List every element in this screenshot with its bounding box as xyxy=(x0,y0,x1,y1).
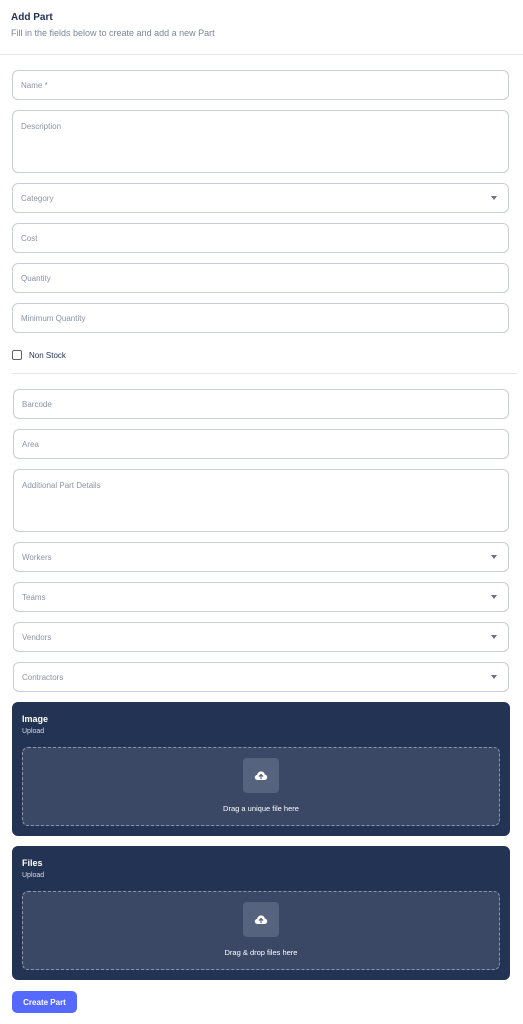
section-divider xyxy=(12,373,517,374)
cloud-upload-icon xyxy=(243,758,279,793)
files-drop-text: Drag & drop files here xyxy=(224,948,298,957)
cost-field[interactable]: Cost xyxy=(12,223,509,253)
image-drop-text: Drag a unique file here xyxy=(223,804,299,813)
image-upload-subtitle: Upload xyxy=(22,728,45,735)
barcode-placeholder: Barcode xyxy=(22,400,52,409)
vendors-select[interactable]: Vendors xyxy=(13,622,509,652)
files-upload-subtitle: Upload xyxy=(22,872,45,879)
contractors-select[interactable]: Contractors xyxy=(13,662,509,692)
image-upload-title: Image xyxy=(22,714,49,724)
description-field[interactable]: Description xyxy=(12,110,509,173)
page-subtitle: Fill in the fields below to create and a… xyxy=(11,28,215,38)
page-title: Add Part xyxy=(11,12,53,23)
area-placeholder: Area xyxy=(22,440,39,449)
non-stock-label: Non Stock xyxy=(29,350,66,360)
additional-details-placeholder: Additional Part Details xyxy=(22,481,101,490)
header-divider xyxy=(0,54,523,55)
cloud-upload-icon xyxy=(243,902,279,937)
contractors-placeholder: Contractors xyxy=(22,673,64,682)
quantity-field[interactable]: Quantity xyxy=(12,263,509,293)
area-field[interactable]: Area xyxy=(13,429,509,459)
workers-placeholder: Workers xyxy=(22,553,52,562)
files-upload-title: Files xyxy=(22,858,43,868)
category-placeholder: Category xyxy=(21,194,54,203)
non-stock-checkbox[interactable] xyxy=(12,350,22,360)
additional-details-field[interactable]: Additional Part Details xyxy=(13,469,509,532)
barcode-field[interactable]: Barcode xyxy=(13,389,509,419)
category-select[interactable]: Category xyxy=(12,183,509,213)
description-placeholder: Description xyxy=(21,122,62,131)
chevron-down-icon xyxy=(491,196,497,200)
cost-placeholder: Cost xyxy=(21,234,38,243)
form-header: Add Part Fill in the fields below to cre… xyxy=(11,12,215,39)
image-upload-card: Image Upload Drag a unique file here xyxy=(12,702,510,836)
image-dropzone[interactable]: Drag a unique file here xyxy=(22,747,500,826)
name-field[interactable]: Name * xyxy=(12,70,509,100)
create-part-button[interactable]: Create Part xyxy=(12,991,77,1013)
non-stock-row[interactable]: Non Stock xyxy=(12,349,66,361)
minimum-quantity-placeholder: Minimum Quantity xyxy=(21,314,86,323)
name-placeholder: Name * xyxy=(21,81,48,90)
vendors-placeholder: Vendors xyxy=(22,633,52,642)
workers-select[interactable]: Workers xyxy=(13,542,509,572)
chevron-down-icon xyxy=(491,675,497,679)
chevron-down-icon xyxy=(491,635,497,639)
teams-placeholder: Teams xyxy=(22,593,46,602)
chevron-down-icon xyxy=(491,595,497,599)
files-upload-card: Files Upload Drag & drop files here xyxy=(12,846,510,980)
minimum-quantity-field[interactable]: Minimum Quantity xyxy=(12,303,509,333)
files-dropzone[interactable]: Drag & drop files here xyxy=(22,891,500,970)
teams-select[interactable]: Teams xyxy=(13,582,509,612)
chevron-down-icon xyxy=(491,555,497,559)
quantity-placeholder: Quantity xyxy=(21,274,51,283)
